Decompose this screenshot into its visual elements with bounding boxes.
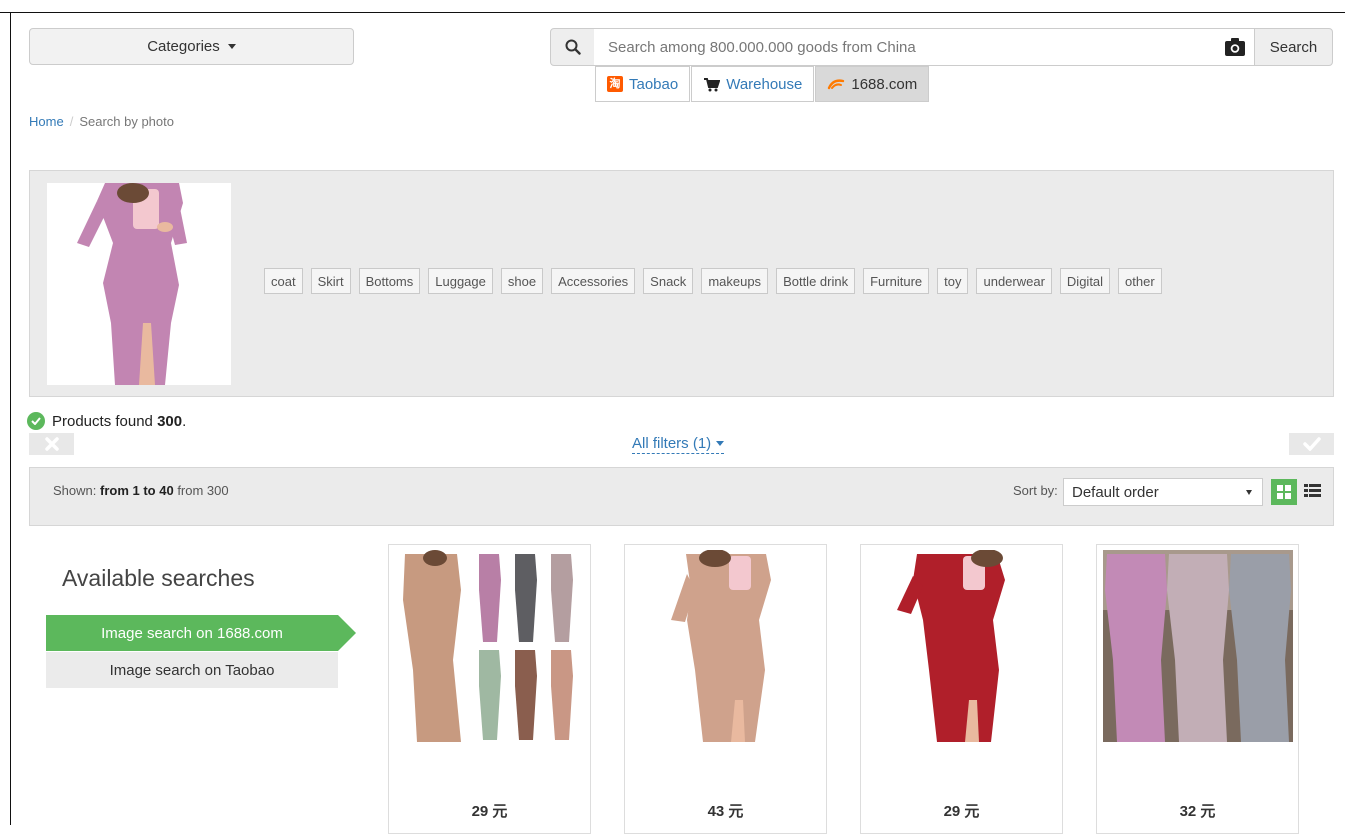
product-card[interactable]: 29 元 xyxy=(860,544,1063,834)
taobao-icon: 淘 xyxy=(607,76,623,92)
product-price: 29 元 xyxy=(943,803,980,820)
tag-luggage[interactable]: Luggage xyxy=(428,268,493,294)
breadcrumb-current: Search by photo xyxy=(79,114,174,129)
tab-taobao-label: Taobao xyxy=(629,75,679,93)
product-image xyxy=(1103,550,1293,742)
tag-makeups[interactable]: makeups xyxy=(701,268,769,294)
product-image xyxy=(867,550,1057,742)
tag-underwear[interactable]: underwear xyxy=(976,268,1052,294)
tag-furniture[interactable]: Furniture xyxy=(863,268,930,294)
product-card[interactable]: 43 元 xyxy=(624,544,827,834)
1688-logo-icon xyxy=(828,79,845,90)
reset-filters-button[interactable] xyxy=(29,433,74,455)
sort-select[interactable]: Default order xyxy=(1063,478,1263,506)
grid-view-icon[interactable] xyxy=(1271,479,1297,505)
tab-1688-label: 1688.com xyxy=(851,75,918,93)
apply-filters-button[interactable] xyxy=(1289,433,1334,455)
products-found-count: 300 xyxy=(157,412,183,430)
shown-range: Shown: from 1 to 40 from 300 xyxy=(53,483,229,498)
checkmark-icon xyxy=(1302,437,1321,451)
product-card[interactable]: 29 元 xyxy=(388,544,591,834)
products-found: Products found 300. xyxy=(27,412,186,430)
categories-label: Categories xyxy=(147,38,220,55)
image-search-1688-button[interactable]: Image search on 1688.com xyxy=(46,615,356,651)
tag-toy[interactable]: toy xyxy=(937,268,969,294)
product-price: 32 元 xyxy=(1179,803,1216,820)
product-image xyxy=(631,550,821,742)
product-card[interactable]: 32 元 xyxy=(1096,544,1299,834)
product-price: 43 元 xyxy=(707,803,744,820)
results-toolbar: Shown: from 1 to 40 from 300 Sort by: De… xyxy=(29,467,1334,526)
select-arrow-icon xyxy=(1246,490,1252,495)
search-input[interactable] xyxy=(594,28,1255,66)
tab-warehouse[interactable]: Warehouse xyxy=(691,66,815,102)
photo-search-panel: coat Skirt Bottoms Luggage shoe Accessor… xyxy=(29,170,1334,397)
cart-icon xyxy=(704,77,721,91)
search-icon[interactable] xyxy=(550,28,595,66)
query-photo xyxy=(47,183,231,385)
tag-shoe[interactable]: shoe xyxy=(500,268,544,294)
image-search-taobao-button[interactable]: Image search on Taobao xyxy=(46,652,338,688)
breadcrumb: Home / Search by photo xyxy=(29,114,174,129)
search-bar: Search xyxy=(550,28,1333,66)
tab-warehouse-label: Warehouse xyxy=(726,75,803,93)
camera-icon[interactable] xyxy=(1224,37,1246,57)
close-icon xyxy=(44,437,59,451)
categories-button[interactable]: Categories xyxy=(29,28,354,65)
window-top-border xyxy=(0,12,1345,13)
tab-1688[interactable]: 1688.com xyxy=(815,66,930,102)
sort-by-label: Sort by: xyxy=(1013,483,1058,498)
products-found-text: Products found 300. xyxy=(52,412,187,430)
check-circle-icon xyxy=(27,412,45,430)
category-tags: coat Skirt Bottoms Luggage shoe Accessor… xyxy=(264,268,1162,294)
window-left-border xyxy=(10,12,11,825)
source-tabs: 淘 Taobao Warehouse 1688.com xyxy=(595,66,930,103)
product-price: 29 元 xyxy=(471,803,508,820)
available-searches-title: Available searches xyxy=(62,565,255,591)
sort-select-value: Default order xyxy=(1072,483,1159,501)
breadcrumb-separator: / xyxy=(69,114,74,129)
breadcrumb-home-link[interactable]: Home xyxy=(29,114,64,129)
tab-taobao[interactable]: 淘 Taobao xyxy=(595,66,691,102)
search-button[interactable]: Search xyxy=(1254,28,1333,66)
tag-other[interactable]: other xyxy=(1118,268,1162,294)
list-view-icon[interactable] xyxy=(1303,481,1321,499)
tag-digital[interactable]: Digital xyxy=(1059,268,1111,294)
all-filters-link[interactable]: All filters (1) xyxy=(632,435,725,454)
product-image xyxy=(395,550,585,742)
tag-snack[interactable]: Snack xyxy=(643,268,694,294)
tag-accessories[interactable]: Accessories xyxy=(551,268,636,294)
tag-coat[interactable]: coat xyxy=(264,268,303,294)
caret-down-icon xyxy=(716,441,725,446)
tag-bottle-drink[interactable]: Bottle drink xyxy=(776,268,856,294)
all-filters-label: All filters (1) xyxy=(632,435,712,452)
tag-skirt[interactable]: Skirt xyxy=(310,268,351,294)
caret-down-icon xyxy=(227,44,236,49)
tag-bottoms[interactable]: Bottoms xyxy=(358,268,421,294)
